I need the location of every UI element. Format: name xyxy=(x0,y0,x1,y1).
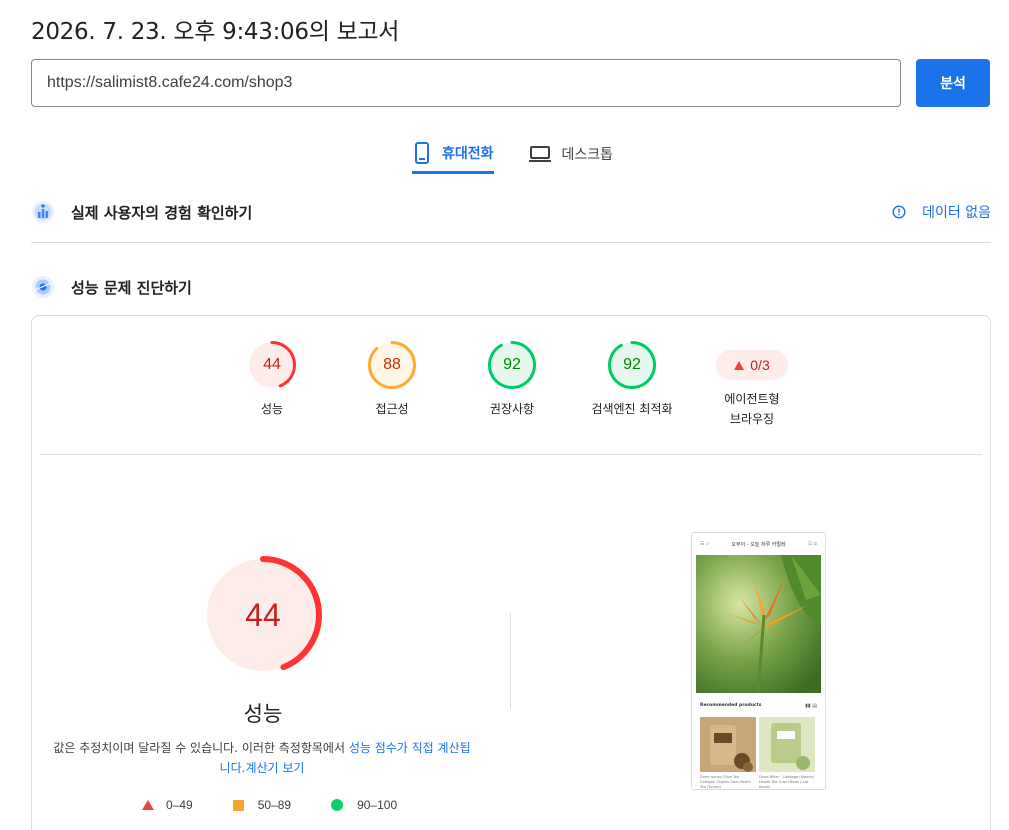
category-gauge[interactable]: 92 권장사항 xyxy=(452,340,572,419)
circle-icon xyxy=(331,799,344,811)
performance-description: 값은 추정치이며 달라질 수 있습니다. 이러한 측정항목에서 성능 점수가 직… xyxy=(52,738,472,778)
mobile-phone-icon xyxy=(415,141,429,164)
category-gauge[interactable]: 44 성능 xyxy=(212,340,332,419)
laptop-icon xyxy=(528,146,551,162)
tab-mobile-label: 휴대전화 xyxy=(442,145,494,162)
legend-pass: 90–100 xyxy=(331,798,397,812)
gauge-score: 44 xyxy=(263,356,281,373)
tab-mobile[interactable]: 휴대전화 xyxy=(412,136,494,174)
screenshot-menu-icon: ☰ ⌕ xyxy=(700,541,709,547)
triangle-icon xyxy=(142,800,154,810)
crux-title: 실제 사용자의 경험 확인하기 xyxy=(71,203,253,222)
diagnostics-title: 성능 문제 진단하기 xyxy=(71,278,192,297)
lighthouse-icon xyxy=(32,276,54,298)
section-divider xyxy=(31,242,991,243)
screenshot-view-icons: ▮▮ ▤ xyxy=(805,703,817,709)
diagnostics-section-header: 성능 문제 진단하기 xyxy=(31,273,991,301)
screenshot-cart-icon: ⊡ ⍝ xyxy=(808,541,817,547)
agentic-browsing-gauge[interactable]: 0/3 에이전트형 브라우징 xyxy=(692,340,812,429)
device-tabs: 휴대전화 데스크톱 xyxy=(412,136,647,174)
gauge-label: 접근성 xyxy=(375,402,409,416)
product-image-1 xyxy=(700,717,756,772)
screenshot-header: ☰ ⌕ 오부이 - 오늘 하루 카멀레 ⊡ ⍝ xyxy=(692,533,825,555)
gauge-score: 92 xyxy=(623,356,641,373)
product-caption-2: Dried Bitter · Cabbage (Korean) Health T… xyxy=(759,775,815,789)
gauges-divider xyxy=(40,454,982,455)
tab-desktop[interactable]: 데스크톱 xyxy=(528,136,614,172)
gauge-label: 성능 xyxy=(260,402,284,416)
crux-section-header[interactable]: 실제 사용자의 경험 확인하기 데이터 없음 xyxy=(31,198,991,226)
agentic-browsing-badge: 0/3 xyxy=(716,350,788,380)
legend-pass-range: 90–100 xyxy=(357,798,398,812)
description-text: 값은 추정치이며 달라질 수 있습니다. 이러한 측정항목에서 xyxy=(53,741,349,755)
analyze-button[interactable]: 분석 xyxy=(916,59,990,107)
page-screenshot[interactable]: ☰ ⌕ 오부이 - 오늘 하루 카멀레 ⊡ ⍝ Recommended prod… xyxy=(691,532,826,790)
category-gauge[interactable]: 88 접근성 xyxy=(332,340,452,419)
agentic-browsing-value: 0/3 xyxy=(750,357,770,373)
legend-average: 50–89 xyxy=(232,798,292,812)
screenshot-section-title: Recommended products xyxy=(700,703,762,708)
vertical-divider xyxy=(510,613,511,709)
screenshot-site-title: 오부이 - 오늘 하루 카멀레 xyxy=(731,541,786,548)
gauge-ring: 88 xyxy=(367,340,417,390)
info-icon xyxy=(892,205,906,219)
legend-average-range: 50–89 xyxy=(257,798,292,812)
flower-hero-image xyxy=(696,555,821,693)
product-caption-1: Dried Honey Olive Tea · Collagen Organic… xyxy=(700,775,751,789)
no-data-label: 데이터 없음 xyxy=(922,205,991,221)
gauge-label: 검색엔진 최적화 xyxy=(591,402,673,416)
tab-desktop-label: 데스크톱 xyxy=(561,147,614,163)
product-image-2 xyxy=(759,717,815,772)
triangle-icon xyxy=(734,360,745,370)
performance-gauge: 44 xyxy=(202,554,324,676)
calculator-link[interactable]: 계산기 보기 xyxy=(245,761,304,775)
gauge-score: 88 xyxy=(383,356,401,373)
gauge-label: 권장사항 xyxy=(489,402,535,416)
legend-fail-range: 0–49 xyxy=(166,798,193,812)
lighthouse-report-card: 44 성능 88 접근성 92 권장사항 92 검색엔진 최적화 0/3 에이전트형 브라우징 44… xyxy=(31,315,991,830)
agentic-browsing-label: 에이전트형 브라우징 xyxy=(724,392,780,426)
legend-fail: 0–49 xyxy=(142,798,193,812)
report-title: 2026. 7. 23. 오후 9:43:06의 보고서 xyxy=(31,19,400,45)
score-legend: 0–49 50–89 90–100 xyxy=(142,798,437,812)
no-data-link[interactable]: 데이터 없음 xyxy=(892,202,991,222)
crux-icon xyxy=(32,201,54,223)
url-input[interactable]: https://salimist8.cafe24.com/shop3 xyxy=(31,59,901,107)
performance-score: 44 xyxy=(245,597,281,633)
gauge-ring: 44 xyxy=(247,340,297,390)
performance-label: 성능 xyxy=(243,702,283,726)
category-gauge[interactable]: 92 검색엔진 최적화 xyxy=(572,340,692,419)
gauge-score: 92 xyxy=(503,356,521,373)
category-gauges: 44 성능 88 접근성 92 권장사항 92 검색엔진 최적화 0/3 에이전트형 브라우징 xyxy=(32,340,990,440)
square-icon xyxy=(232,799,244,811)
gauge-ring: 92 xyxy=(607,340,657,390)
gauge-ring: 92 xyxy=(487,340,537,390)
